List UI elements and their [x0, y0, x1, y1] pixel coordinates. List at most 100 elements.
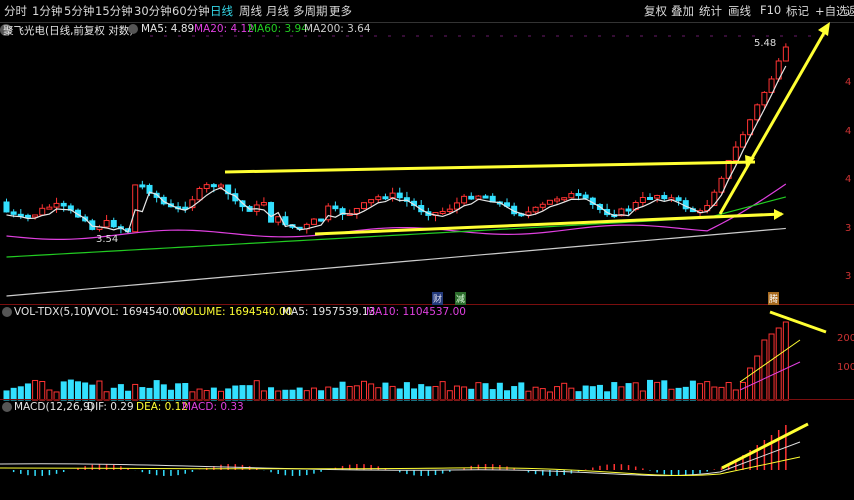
volume-bar: [239, 385, 246, 401]
ma5-line: [6, 65, 787, 234]
volume-bar: [596, 384, 603, 401]
candle-body: [253, 204, 260, 212]
candle-body: [332, 205, 339, 210]
volume-bar: [75, 381, 81, 401]
candle-body: [546, 199, 553, 205]
tab-period-7[interactable]: 周线: [239, 3, 262, 19]
macd-name: MACD(12,26,9): [14, 401, 94, 413]
tab-period-4[interactable]: 30分钟: [134, 3, 172, 19]
candle-body: [554, 198, 561, 202]
volume-bar: [554, 386, 561, 401]
volume-bar: [232, 385, 239, 401]
settings-icon[interactable]: [2, 307, 12, 317]
candle-body: [482, 195, 489, 199]
volume-bar: [496, 382, 503, 401]
toolbar-button-6[interactable]: +自选: [815, 3, 848, 19]
candle-body: [3, 201, 10, 213]
toolbar-button-3[interactable]: 画线: [728, 3, 751, 19]
tab-period-10[interactable]: 更多: [329, 3, 352, 19]
volume-bar: [382, 382, 389, 401]
tab-period-5[interactable]: 60分钟: [172, 3, 210, 19]
volume-bar: [761, 339, 768, 401]
vol-name: VOL-TDX(5,10): [14, 306, 92, 318]
volume-label: VOLUME: 1694540.00: [178, 306, 293, 318]
event-badge-flag[interactable]: 腾: [768, 292, 780, 305]
candle-body: [60, 202, 67, 207]
tab-period-0[interactable]: 分时: [4, 3, 27, 19]
macd-info-bar: MACD(12,26,9) DIF: 0.29 DEA: 0.12 MACD: …: [0, 401, 830, 415]
price-tick: 4: [845, 174, 852, 185]
toolbar-button-5[interactable]: 标记: [786, 3, 809, 19]
candle-body: [639, 197, 646, 203]
settings-icon[interactable]: [2, 402, 12, 412]
candle-body: [439, 210, 446, 214]
volume-bar: [589, 386, 596, 401]
volume-bar: [403, 382, 410, 401]
event-badge-reduce[interactable]: 减: [455, 292, 467, 305]
volume-bar: [89, 384, 96, 401]
tab-period-3[interactable]: 15分钟: [95, 3, 133, 19]
period-toolbar: 分时 1分钟 5分钟 15分钟 30分钟 60分钟 日线 周线 月线 多周期 更多 复权 叠加 统计 画线 F…: [0, 0, 854, 23]
candle-body: [318, 218, 325, 222]
candle-body: [203, 184, 210, 189]
candle-body: [446, 208, 453, 212]
volume-bar: [453, 385, 460, 401]
volume-bar: [117, 384, 124, 401]
candle-body: [675, 197, 682, 202]
tab-period-1[interactable]: 1分钟: [32, 3, 62, 19]
candle-body: [625, 208, 632, 212]
price-tick: 4: [845, 77, 852, 88]
volume-bar: [704, 381, 711, 401]
volume-bar: [661, 380, 668, 401]
volume-bar: [418, 384, 425, 401]
high-annotation: 5.48: [754, 38, 776, 49]
volume-bar: [132, 383, 139, 401]
candle-body: [268, 202, 275, 223]
volume-bar: [253, 380, 260, 401]
tab-period-2[interactable]: 5分钟: [64, 3, 94, 19]
candle-body: [110, 220, 117, 228]
volume-info-bar: VOL-TDX(5,10) VVOL: 1694540.00 VOLUME: 1…: [0, 306, 830, 320]
volume-bar: [632, 382, 639, 401]
volume-bar: [96, 380, 103, 401]
volume-bar: [611, 382, 618, 401]
volume-bar: [346, 385, 353, 401]
price-tick: 3: [845, 271, 852, 282]
toolbar-button-2[interactable]: 统计: [699, 3, 722, 19]
volume-bar: [82, 382, 89, 401]
candle-body: [561, 197, 568, 201]
volume-bar: [697, 383, 704, 401]
volume-bar: [60, 381, 67, 401]
toolbar-button-1[interactable]: 叠加: [671, 3, 694, 19]
tab-period-6[interactable]: 日线: [210, 3, 233, 19]
dea-label: DEA: 0.12: [136, 401, 188, 413]
volume-bar: [518, 382, 525, 401]
volume-bar: [768, 333, 775, 401]
volume-tick: 100: [837, 362, 854, 373]
event-badge-finance[interactable]: 财: [432, 292, 444, 305]
candle-body: [647, 197, 653, 201]
panel-divider: [0, 399, 854, 400]
tab-period-8[interactable]: 月线: [266, 3, 289, 19]
volume-bar: [739, 381, 746, 401]
candle-body: [568, 193, 575, 199]
tab-period-9[interactable]: 多周期: [293, 3, 328, 19]
arrow-head: [774, 209, 784, 220]
candle-body: [353, 207, 360, 214]
candle-body: [396, 192, 403, 199]
kline-chart[interactable]: 5.48 3.54: [0, 22, 833, 500]
volume-bar: [782, 321, 789, 401]
volume-bar: [432, 385, 439, 401]
vvol-label: VVOL: 1694540.00: [87, 306, 186, 318]
trendline-breakout: [718, 25, 830, 215]
toolbar-button-7[interactable]: 返: [846, 3, 854, 19]
volume-bar: [654, 381, 661, 401]
volume-bar: [339, 381, 346, 401]
toolbar-button-4[interactable]: F10: [760, 3, 781, 17]
candle-body: [732, 146, 739, 161]
volume-bar: [439, 381, 446, 401]
ma200-line: [6, 227, 786, 297]
toolbar-button-0[interactable]: 复权: [644, 3, 667, 19]
volume-bar: [368, 383, 375, 401]
candle-body: [475, 195, 482, 200]
